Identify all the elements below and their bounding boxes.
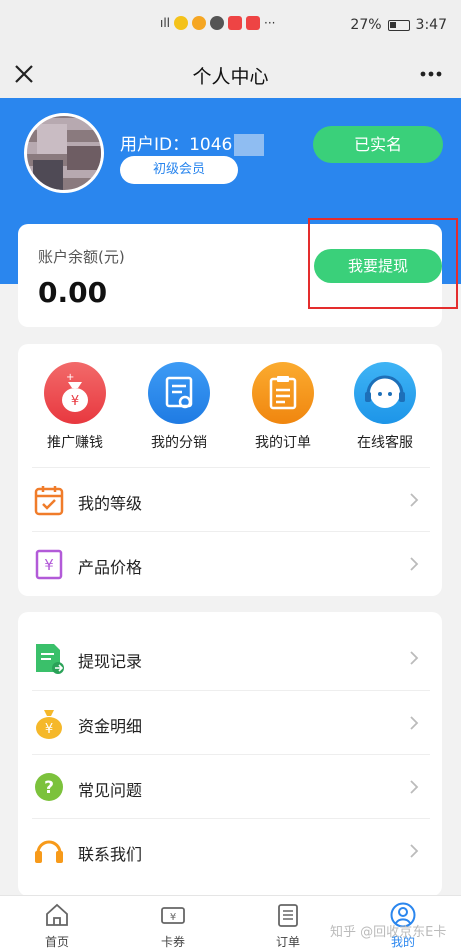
app-badge-icon [228,16,243,30]
svg-text:¥: ¥ [71,394,79,409]
user-id: 用户ID：1046 [120,130,265,156]
feature-card: ¥ + 推广赚钱 我的分销 我的订单 在线客服 我的等级 ¥ 产品价格 [18,344,442,596]
tab-home[interactable]: 首页 [22,902,92,950]
clock: 3:47 [415,17,447,33]
battery-percent: 27% [350,17,382,33]
signal-icon: ıll [160,16,171,30]
tab-label: 首页 [44,935,69,949]
quick-action-promote[interactable]: ¥ + 推广赚钱 [30,362,120,452]
tab-coupons[interactable]: ¥ 卡券 [138,902,208,950]
svg-text:¥: ¥ [44,556,54,574]
menu-label: 资金明细 [78,717,143,736]
chevron-right-icon [410,716,419,730]
quick-action-label: 在线客服 [357,435,413,451]
notification-icons: ıll ··· [160,16,275,30]
chevron-right-icon [410,557,419,571]
quick-action-label: 我的订单 [255,435,311,451]
emoji-notification-icon [192,16,207,30]
chevron-right-icon [410,651,419,665]
battery-icon [387,19,410,31]
app-notification-icon [174,16,189,30]
svg-text:+: + [66,372,74,383]
ticket-icon: ¥ [161,907,185,924]
menu-row-contact-us[interactable]: 联系我们 [32,818,430,882]
user-id-mask [234,134,265,156]
certificate-icon [148,362,210,424]
chat-notification-icon [210,16,225,30]
verified-button[interactable]: 已实名 [313,126,443,163]
status-right: 27% 3:47 [350,17,447,33]
yen-bag-icon: ¥ [36,710,62,739]
member-level-badge[interactable]: 初级会员 [120,156,238,184]
settings-list-card: 提现记录 ¥ 资金明细 ? 常见问题 联系我们 [18,612,442,896]
headset-icon [35,840,63,863]
tab-orders[interactable]: 订单 [253,902,323,950]
svg-text:?: ? [44,778,54,798]
quick-action-label: 我的分销 [151,435,207,451]
user-id-text: 用户ID：1046 [120,135,233,155]
balance-value: 0.00 [38,276,108,309]
menu-row-my-level[interactable]: 我的等级 [32,467,430,531]
status-bar: ıll ··· 27% 3:47 [0,0,461,50]
menu-label: 我的等级 [78,494,143,513]
svg-text:¥: ¥ [45,722,53,737]
chevron-right-icon [410,493,419,507]
tab-label: 订单 [275,935,300,949]
question-icon: ? [35,773,63,801]
chevron-right-icon [410,780,419,794]
document-arrow-icon [36,644,64,674]
chevron-right-icon [410,844,419,858]
menu-row-product-price[interactable]: ¥ 产品价格 [32,531,430,595]
svg-text:¥: ¥ [170,912,176,923]
page-title: 个人中心 [192,66,269,88]
price-tag-icon: ¥ [35,549,63,580]
menu-label: 提现记录 [78,652,143,671]
avatar[interactable] [24,113,104,193]
balance-label: 账户余额(元) [38,248,125,266]
quick-action-distribution[interactable]: 我的分销 [134,362,224,452]
tab-label: 卡券 [160,935,185,949]
quick-action-label: 推广赚钱 [47,435,103,451]
menu-row-withdraw-records[interactable]: 提现记录 [32,626,430,690]
headset-icon [354,362,416,424]
menu-label: 常见问题 [78,781,143,800]
watermark: 知乎 @回收京东E卡 [330,925,447,940]
more-notifications-icon: ··· [264,16,276,30]
nav-bar: 个人中心 [0,50,461,98]
home-icon [46,903,68,926]
money-bag-icon: ¥ + [44,362,106,424]
menu-label: 产品价格 [78,558,143,577]
highlight-annotation [308,218,458,309]
app-badge-icon [246,16,261,30]
more-icon[interactable] [419,62,443,86]
menu-row-faq[interactable]: ? 常见问题 [32,754,430,818]
list-icon [278,904,298,927]
quick-action-orders[interactable]: 我的订单 [238,362,328,452]
clipboard-icon [252,362,314,424]
menu-label: 联系我们 [78,845,143,864]
menu-row-fund-details[interactable]: ¥ 资金明细 [32,690,430,754]
calendar-check-icon [34,486,64,516]
quick-action-support[interactable]: 在线客服 [340,362,430,452]
